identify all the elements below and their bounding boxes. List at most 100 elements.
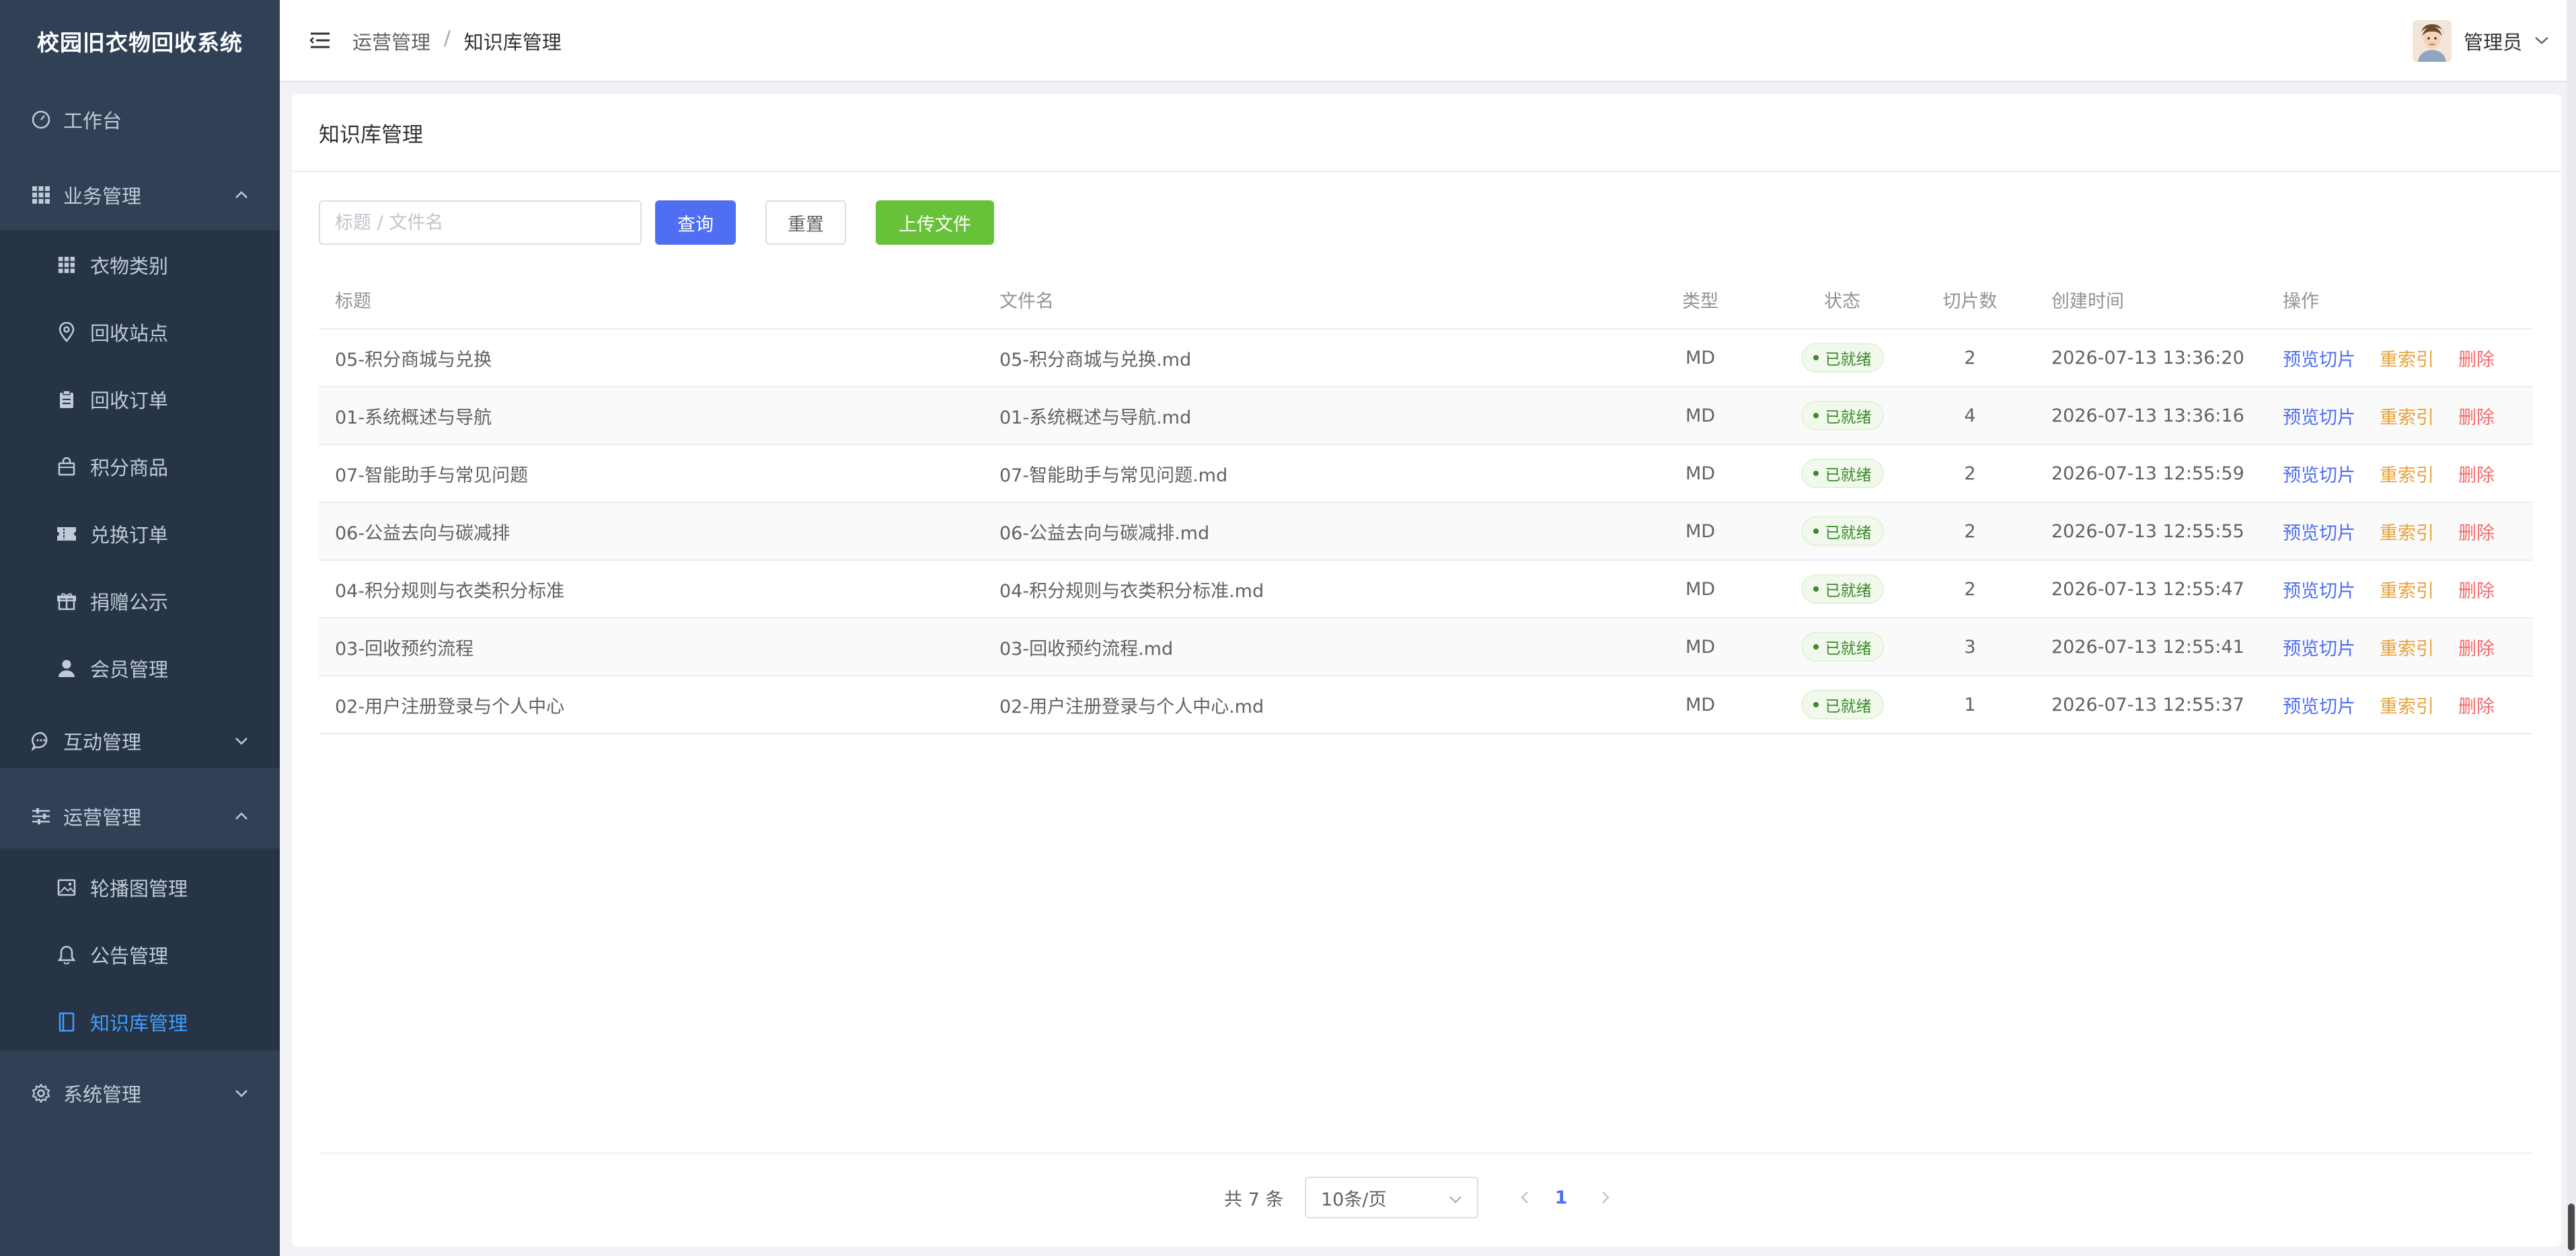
delete-link[interactable]: 删除 [2458, 576, 2495, 602]
knowledge-base-card: 知识库管理 查询 重置 上传文件 标题 文件名 类型 状态 切片数 创建时间 操… [292, 94, 2561, 1247]
upload-file-button[interactable]: 上传文件 [876, 200, 994, 245]
cell-chunks: 1 [1964, 694, 1976, 715]
cell-title: 06-公益去向与碳减排 [335, 522, 510, 544]
menu-fold-icon[interactable] [308, 28, 332, 52]
grid-icon [30, 184, 52, 206]
knowledge-table: 标题 文件名 类型 状态 切片数 创建时间 操作 05-积分商城与兑换 05-积… [319, 270, 2533, 734]
sidebar-item-recycle-station[interactable]: 回收站点 [0, 299, 280, 366]
sidebar-item-label: 运营管理 [63, 806, 142, 829]
cell-type: MD [1685, 405, 1716, 426]
cell-type: MD [1685, 520, 1716, 542]
reset-button[interactable]: 重置 [765, 200, 846, 245]
avatar [2412, 20, 2452, 62]
cell-chunks: 2 [1964, 347, 1976, 368]
sidebar-item-label: 捐赠公示 [90, 591, 169, 614]
reindex-link[interactable]: 重索引 [2380, 461, 2434, 487]
sidebar-item-exchange-orders[interactable]: 兑换订单 [0, 500, 280, 567]
reindex-link[interactable]: 重索引 [2380, 345, 2434, 371]
sidebar-item-member-management[interactable]: 会员管理 [0, 635, 280, 702]
sidebar-item-knowledge-base[interactable]: 知识库管理 [0, 988, 280, 1056]
sidebar-item-label: 轮播图管理 [90, 877, 188, 900]
chevron-down-icon [2534, 35, 2549, 48]
sidebar-item-announcement-management[interactable]: 公告管理 [0, 921, 280, 988]
status-text: 已就绪 [1825, 582, 1872, 600]
cell-title: 01-系统概述与导航 [335, 407, 492, 428]
query-button[interactable]: 查询 [655, 200, 736, 245]
status-text: 已就绪 [1825, 524, 1872, 542]
column-header-type: 类型 [1682, 290, 1718, 312]
status-badge: 已就绪 [1801, 459, 1884, 488]
cell-created: 2026-07-13 12:55:37 [2051, 694, 2244, 715]
delete-link[interactable]: 删除 [2458, 692, 2495, 718]
table-row: 06-公益去向与碳减排 06-公益去向与碳减排.md MD 已就绪 2 2026… [319, 503, 2533, 561]
search-input[interactable] [319, 200, 642, 245]
cell-status: 已就绪 [1778, 387, 1906, 444]
cell-filename: 04-积分规则与衣类积分标准.md [999, 580, 1264, 602]
preview-chunks-link[interactable]: 预览切片 [2283, 576, 2355, 602]
delete-link[interactable]: 删除 [2458, 634, 2495, 660]
cell-title: 05-积分商城与兑换 [335, 349, 492, 370]
delete-link[interactable]: 删除 [2458, 518, 2495, 545]
reindex-link[interactable]: 重索引 [2380, 692, 2434, 718]
sidebar-item-carousel-management[interactable]: 轮播图管理 [0, 854, 280, 921]
breadcrumb-item-operations[interactable]: 运营管理 [352, 27, 430, 55]
status-text: 已就绪 [1825, 698, 1872, 715]
preview-chunks-link[interactable]: 预览切片 [2283, 461, 2355, 487]
cell-title: 04-积分规则与衣类积分标准 [335, 580, 565, 602]
status-badge: 已就绪 [1801, 632, 1884, 662]
chevron-up-icon [231, 806, 252, 826]
grid-icon [55, 253, 78, 276]
column-header-actions: 操作 [2283, 290, 2319, 312]
cell-filename: 06-公益去向与碳减排.md [999, 522, 1210, 544]
status-text: 已就绪 [1825, 351, 1872, 368]
sidebar-item-clothing-category[interactable]: 衣物类别 [0, 231, 280, 299]
app-title: 校园旧衣物回收系统 [37, 30, 243, 56]
delete-link[interactable]: 删除 [2458, 403, 2495, 429]
reindex-link[interactable]: 重索引 [2380, 403, 2434, 429]
preview-chunks-link[interactable]: 预览切片 [2283, 518, 2355, 545]
window-scrollbar[interactable] [2567, 0, 2576, 1256]
cell-status: 已就绪 [1778, 676, 1906, 733]
cell-created: 2026-07-13 13:36:16 [2051, 405, 2244, 426]
shopping-bag-icon [55, 455, 78, 478]
sidebar-group-business[interactable]: 业务管理 [0, 161, 280, 229]
reindex-link[interactable]: 重索引 [2380, 634, 2434, 660]
cell-status: 已就绪 [1778, 445, 1906, 502]
preview-chunks-link[interactable]: 预览切片 [2283, 692, 2355, 718]
prev-page-button[interactable] [1509, 1177, 1540, 1218]
gift-icon [55, 590, 78, 613]
preview-chunks-link[interactable]: 预览切片 [2283, 345, 2355, 371]
cell-actions: 预览切片 重索引 删除 [2283, 387, 2495, 444]
reindex-link[interactable]: 重索引 [2380, 576, 2434, 602]
sidebar-item-label: 业务管理 [63, 185, 142, 208]
next-page-button[interactable] [1590, 1177, 1621, 1218]
delete-link[interactable]: 删除 [2458, 461, 2495, 487]
page-number-current[interactable]: 1 [1546, 1177, 1577, 1218]
sidebar-group-operations[interactable]: 运营管理 [0, 783, 280, 850]
sidebar-group-interaction[interactable]: 互动管理 [0, 707, 280, 775]
preview-chunks-link[interactable]: 预览切片 [2283, 403, 2355, 429]
cell-actions: 预览切片 重索引 删除 [2283, 503, 2495, 559]
sidebar-group-system[interactable]: 系统管理 [0, 1060, 280, 1127]
chevron-down-icon [1449, 1187, 1462, 1208]
cell-chunks: 2 [1964, 578, 1976, 600]
delete-link[interactable]: 删除 [2458, 345, 2495, 371]
reindex-link[interactable]: 重索引 [2380, 518, 2434, 545]
dashboard-icon [30, 108, 52, 131]
status-badge: 已就绪 [1801, 574, 1884, 604]
scrollbar-thumb[interactable] [2568, 1204, 2575, 1251]
sidebar-item-points-products[interactable]: 积分商品 [0, 433, 280, 500]
cell-type: MD [1685, 694, 1716, 715]
image-icon [55, 876, 78, 899]
user-menu[interactable]: 管理员 [2412, 19, 2549, 63]
cell-filename: 05-积分商城与兑换.md [999, 349, 1192, 370]
status-badge: 已就绪 [1801, 401, 1884, 430]
table-row: 02-用户注册登录与个人中心 02-用户注册登录与个人中心.md MD 已就绪 … [319, 676, 2533, 734]
status-text: 已就绪 [1825, 640, 1872, 658]
sidebar-item-dashboard[interactable]: 工作台 [0, 86, 280, 153]
cell-created: 2026-07-13 12:55:47 [2051, 578, 2244, 600]
page-size-select[interactable]: 10条/页 [1305, 1177, 1478, 1218]
sidebar-item-recycle-orders[interactable]: 回收订单 [0, 366, 280, 433]
preview-chunks-link[interactable]: 预览切片 [2283, 634, 2355, 660]
sidebar-item-donation-notice[interactable]: 捐赠公示 [0, 567, 280, 635]
